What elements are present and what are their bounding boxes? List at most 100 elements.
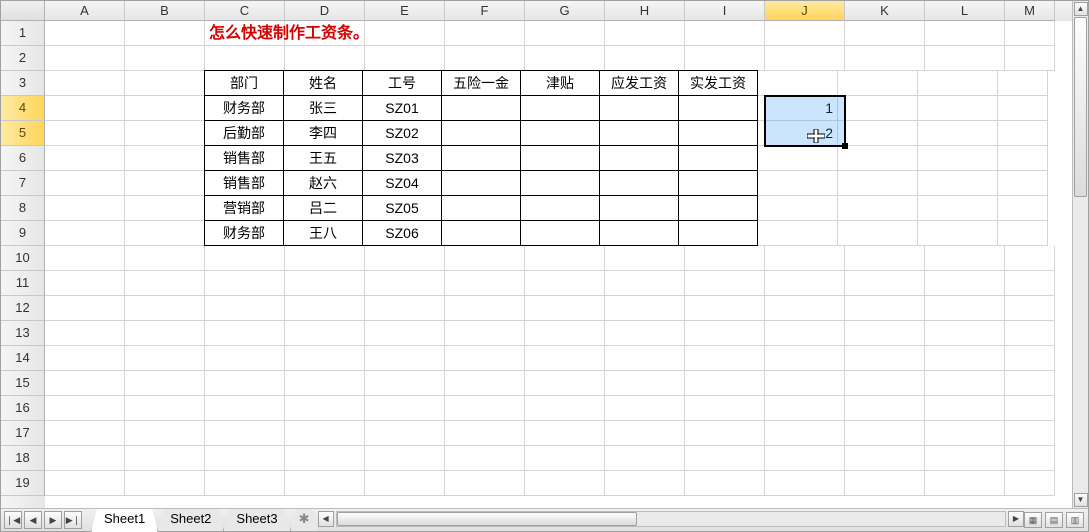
- cell-I5[interactable]: [678, 120, 758, 146]
- cell-K6[interactable]: [838, 146, 918, 171]
- cells[interactable]: 怎么快速制作工资条。部门姓名工号五险一金津贴应发工资实发工资财务部张三SZ011…: [45, 21, 1072, 508]
- cell-I17[interactable]: [685, 421, 765, 446]
- cell-G16[interactable]: [525, 396, 605, 421]
- row-header-14[interactable]: 14: [1, 346, 45, 371]
- col-header-D[interactable]: D: [285, 1, 365, 21]
- cell-F8[interactable]: [441, 195, 521, 221]
- cell-I6[interactable]: [678, 145, 758, 171]
- cell-A14[interactable]: [45, 346, 125, 371]
- cell-E16[interactable]: [365, 396, 445, 421]
- row-header-2[interactable]: 2: [1, 46, 45, 71]
- cell-A18[interactable]: [45, 446, 125, 471]
- cell-D1[interactable]: [285, 21, 365, 46]
- cell-C12[interactable]: [205, 296, 285, 321]
- cell-G1[interactable]: [525, 21, 605, 46]
- sheet-tab-sheet2[interactable]: Sheet2: [157, 509, 224, 532]
- cell-M2[interactable]: [1005, 46, 1055, 71]
- col-header-K[interactable]: K: [845, 1, 925, 21]
- view-page-icon[interactable]: ▤: [1045, 512, 1063, 528]
- row-header-11[interactable]: 11: [1, 271, 45, 296]
- cell-E12[interactable]: [365, 296, 445, 321]
- cell-F13[interactable]: [445, 321, 525, 346]
- cell-D2[interactable]: [285, 46, 365, 71]
- cell-L12[interactable]: [925, 296, 1005, 321]
- row-header-10[interactable]: 10: [1, 246, 45, 271]
- scroll-left-button[interactable]: ◀: [318, 511, 334, 527]
- row-header-7[interactable]: 7: [1, 171, 45, 196]
- cell-A17[interactable]: [45, 421, 125, 446]
- cell-J1[interactable]: [765, 21, 845, 46]
- cell-L9[interactable]: [918, 221, 998, 246]
- cell-K5[interactable]: [838, 121, 918, 146]
- cell-E3[interactable]: 工号: [362, 70, 442, 96]
- row-header-3[interactable]: 3: [1, 71, 45, 96]
- cell-B19[interactable]: [125, 471, 205, 496]
- cell-J11[interactable]: [765, 271, 845, 296]
- cell-M11[interactable]: [1005, 271, 1055, 296]
- cell-K15[interactable]: [845, 371, 925, 396]
- cell-I10[interactable]: [685, 246, 765, 271]
- cell-M4[interactable]: [998, 96, 1048, 121]
- cell-B7[interactable]: [125, 171, 205, 196]
- cell-I11[interactable]: [685, 271, 765, 296]
- cell-B10[interactable]: [125, 246, 205, 271]
- cell-J12[interactable]: [765, 296, 845, 321]
- cell-J15[interactable]: [765, 371, 845, 396]
- cell-H1[interactable]: [605, 21, 685, 46]
- cell-M13[interactable]: [1005, 321, 1055, 346]
- cell-A15[interactable]: [45, 371, 125, 396]
- cell-F5[interactable]: [441, 120, 521, 146]
- col-header-B[interactable]: B: [125, 1, 205, 21]
- cell-D14[interactable]: [285, 346, 365, 371]
- cell-J8[interactable]: [758, 196, 838, 221]
- cell-E17[interactable]: [365, 421, 445, 446]
- cell-H15[interactable]: [605, 371, 685, 396]
- cell-C7[interactable]: 销售部: [204, 170, 284, 196]
- cell-G13[interactable]: [525, 321, 605, 346]
- cell-A8[interactable]: [45, 196, 125, 221]
- cell-C5[interactable]: 后勤部: [204, 120, 284, 146]
- col-header-J[interactable]: J: [765, 1, 845, 21]
- scroll-right-button[interactable]: ▶: [1008, 511, 1024, 527]
- cell-C15[interactable]: [205, 371, 285, 396]
- cell-G14[interactable]: [525, 346, 605, 371]
- cell-L4[interactable]: [918, 96, 998, 121]
- row-header-8[interactable]: 8: [1, 196, 45, 221]
- cell-M16[interactable]: [1005, 396, 1055, 421]
- cell-M3[interactable]: [998, 71, 1048, 96]
- cell-A11[interactable]: [45, 271, 125, 296]
- cell-E18[interactable]: [365, 446, 445, 471]
- row-header-5[interactable]: 5: [1, 121, 45, 146]
- cell-M18[interactable]: [1005, 446, 1055, 471]
- cell-D17[interactable]: [285, 421, 365, 446]
- sheet-tab-sheet1[interactable]: Sheet1: [91, 509, 158, 532]
- sheet-nav-last[interactable]: ▶❘: [64, 511, 82, 529]
- cell-G2[interactable]: [525, 46, 605, 71]
- cell-D7[interactable]: 赵六: [283, 170, 363, 196]
- cell-D19[interactable]: [285, 471, 365, 496]
- cell-G10[interactable]: [525, 246, 605, 271]
- cell-J10[interactable]: [765, 246, 845, 271]
- cell-G4[interactable]: [520, 95, 600, 121]
- cell-K12[interactable]: [845, 296, 925, 321]
- cell-F16[interactable]: [445, 396, 525, 421]
- cell-I12[interactable]: [685, 296, 765, 321]
- cell-H16[interactable]: [605, 396, 685, 421]
- cell-I9[interactable]: [678, 220, 758, 246]
- cell-B16[interactable]: [125, 396, 205, 421]
- cell-J9[interactable]: [758, 221, 838, 246]
- cell-J13[interactable]: [765, 321, 845, 346]
- cell-K10[interactable]: [845, 246, 925, 271]
- cell-M6[interactable]: [998, 146, 1048, 171]
- cell-F18[interactable]: [445, 446, 525, 471]
- cell-C16[interactable]: [205, 396, 285, 421]
- scroll-up-button[interactable]: ▲: [1074, 2, 1088, 16]
- cell-C10[interactable]: [205, 246, 285, 271]
- cell-F10[interactable]: [445, 246, 525, 271]
- cell-B9[interactable]: [125, 221, 205, 246]
- cell-B18[interactable]: [125, 446, 205, 471]
- grid-area[interactable]: ABCDEFGHIJKLM 12345678910111213141516171…: [1, 1, 1088, 508]
- cell-J7[interactable]: [758, 171, 838, 196]
- cell-J17[interactable]: [765, 421, 845, 446]
- cell-D5[interactable]: 李四: [283, 120, 363, 146]
